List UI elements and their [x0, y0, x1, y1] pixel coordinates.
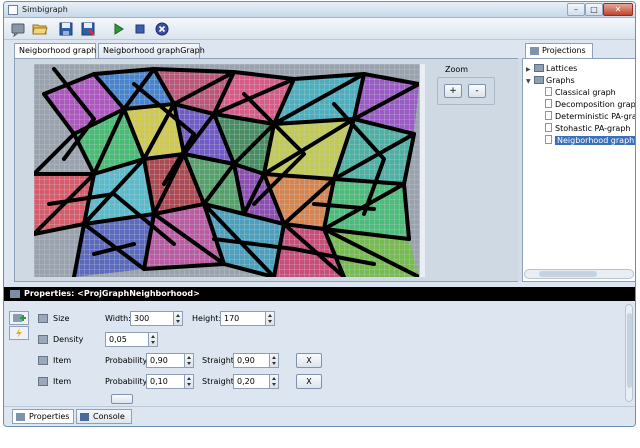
tab-properties[interactable]: Properties: [12, 409, 74, 424]
minimize-button[interactable]: –: [567, 3, 585, 16]
tab-projections-label: Projections: [542, 46, 586, 55]
remove-item-button[interactable]: X: [296, 353, 322, 368]
tree-item-neigborhood-graph[interactable]: Neigborhood graph: [545, 135, 635, 147]
zoom-label: Zoom: [445, 65, 469, 74]
canvas-scrollbar[interactable]: [419, 64, 425, 277]
property-row-density: Density 0,05: [38, 332, 628, 348]
tree-item-decomposition-graph[interactable]: Decomposition graph: [545, 99, 635, 111]
graph-panel: Zoom + -: [14, 58, 519, 282]
add-property-button[interactable]: [9, 311, 29, 325]
tree-item-lattices[interactable]: ▶ Lattices: [526, 63, 577, 75]
save-as-button[interactable]: [80, 21, 96, 37]
properties-tab-icon: [16, 413, 25, 421]
collapse-arrow-icon[interactable]: ▼: [526, 76, 534, 88]
bottom-tabs: Properties Console: [4, 406, 635, 426]
cancel-button[interactable]: [154, 21, 170, 37]
document-icon: [545, 123, 552, 132]
zoom-in-button[interactable]: +: [444, 84, 462, 98]
lightning-button[interactable]: [9, 326, 29, 340]
document-icon: [545, 87, 552, 96]
properties-icon: [10, 290, 20, 298]
tab-neigborhood-graph[interactable]: Neigborhood graph: [14, 43, 96, 58]
property-row-item: Item Probability: 0,90 Straight: 0,90 X: [38, 353, 628, 369]
tab-neigborhood-graph-graph[interactable]: Neigborhood graphGraph: [98, 43, 205, 58]
properties-scrollbar[interactable]: [625, 304, 633, 402]
save-button[interactable]: [58, 21, 74, 37]
probability-spinner[interactable]: 0,90: [146, 353, 194, 368]
property-icon: [38, 335, 48, 344]
zoom-group: Zoom + -: [437, 65, 495, 105]
property-row-size: Size Width: 300 Height: 170: [38, 311, 628, 327]
add-icon: [13, 314, 26, 322]
console-icon: [80, 413, 89, 421]
folder-icon: [534, 64, 544, 72]
tab-projections[interactable]: Projections: [525, 43, 593, 58]
properties-header: Properties: <ProjGraphNeighborhood>: [4, 287, 635, 301]
property-row-item: Item Probability: 0,10 Straight: 0,20 X: [38, 374, 628, 390]
projections-icon: [530, 47, 539, 55]
width-spinner[interactable]: 300: [130, 311, 183, 326]
toolbar: [4, 18, 635, 40]
straight-spinner[interactable]: 0,90: [233, 353, 279, 368]
height-spinner[interactable]: 170: [220, 311, 275, 326]
tab-console[interactable]: Console: [76, 409, 132, 424]
tree-item-classical-graph[interactable]: Classical graph: [545, 87, 616, 99]
projections-tree: ▶ Lattices ▼ Graphs Classical graph Decomp…: [522, 58, 635, 282]
document-icon: [545, 135, 552, 144]
graph-canvas[interactable]: [34, 64, 419, 277]
density-spinner[interactable]: 0,05: [105, 332, 158, 347]
open-button[interactable]: [32, 21, 48, 37]
new-button[interactable]: [10, 21, 26, 38]
lightning-icon: [16, 328, 22, 338]
probability-spinner[interactable]: 0,10: [146, 374, 194, 389]
stop-button[interactable]: [132, 21, 148, 37]
add-item-button[interactable]: [111, 394, 133, 404]
remove-item-button[interactable]: X: [296, 374, 322, 389]
zoom-out-button[interactable]: -: [468, 84, 486, 98]
document-icon: [545, 99, 552, 108]
tree-item-graphs[interactable]: ▼ Graphs: [526, 75, 575, 87]
properties-title: Properties: <ProjGraphNeighborhood>: [24, 289, 200, 298]
graph-drawing: [34, 64, 419, 277]
app-window: Simbigraph – □ ✕ Neigborhood graph Neigb…: [3, 1, 636, 427]
property-icon: [38, 356, 48, 365]
properties-panel: Size Width: 300 Height: 170 Density 0,05…: [4, 301, 635, 405]
tree-item-deterministic-pa-graph[interactable]: Deterministic PA-grapt: [545, 111, 635, 123]
tree-item-stohastic-pa-graph[interactable]: Stohastic PA-graph: [545, 123, 630, 135]
app-icon: [8, 5, 18, 15]
folder-icon: [534, 76, 544, 84]
run-button[interactable]: [110, 21, 126, 37]
straight-spinner[interactable]: 0,20: [233, 374, 279, 389]
tree-horizontal-scrollbar[interactable]: [524, 269, 634, 279]
document-icon: [545, 111, 552, 120]
maximize-button[interactable]: □: [585, 3, 603, 16]
title-bar: Simbigraph – □ ✕: [4, 2, 635, 18]
window-title: Simbigraph: [22, 5, 68, 14]
property-icon: [38, 377, 48, 386]
close-window-button[interactable]: ✕: [603, 3, 633, 16]
property-icon: [38, 314, 48, 323]
